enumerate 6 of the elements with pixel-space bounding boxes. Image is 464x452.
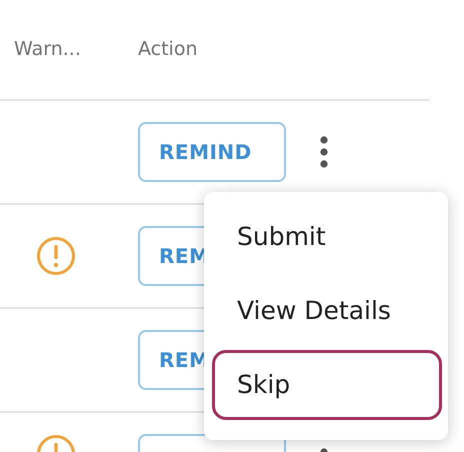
- menu-item[interactable]: Submit: [212, 202, 442, 272]
- column-header: Warn...: [14, 38, 81, 60]
- menu-item[interactable]: View Details: [212, 276, 442, 346]
- more-options-icon[interactable]: [319, 135, 329, 169]
- menu-item[interactable]: Skip: [212, 350, 442, 420]
- column-header: Action: [138, 37, 198, 62]
